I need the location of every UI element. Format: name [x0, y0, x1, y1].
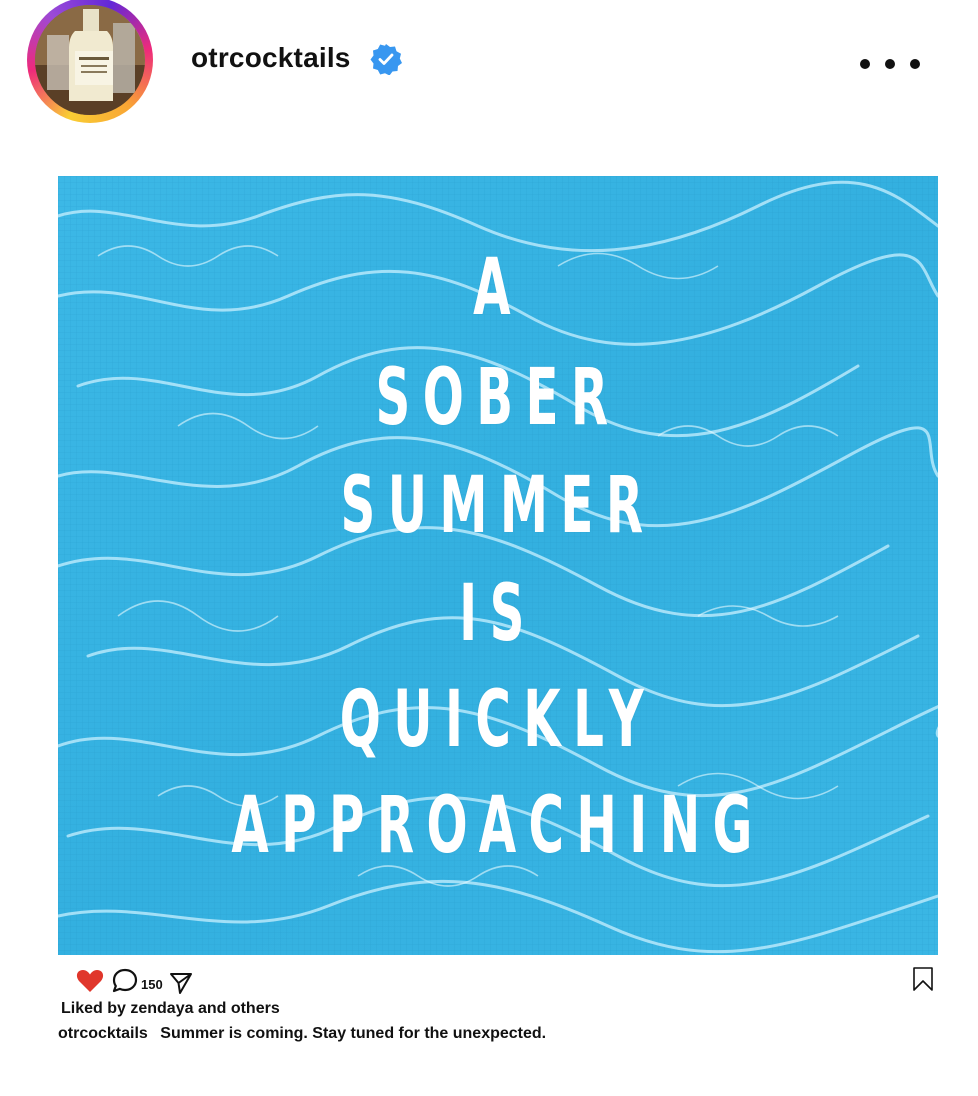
send-icon[interactable] [169, 971, 193, 995]
comment-icon[interactable] [111, 967, 139, 995]
verified-badge-icon [370, 44, 402, 75]
headline-line: QUICKLY [339, 675, 657, 765]
headline: A SOBER SUMMER IS QUICKLY APPROACHING [58, 176, 938, 955]
bottle-icon [35, 5, 145, 115]
caption-username[interactable]: otrcocktails [58, 1025, 148, 1042]
caption: otrcocktails Summer is coming. Stay tune… [58, 1025, 546, 1043]
avatar-image [35, 5, 145, 115]
comment-count: 150 [141, 977, 163, 992]
post-image[interactable]: A SOBER SUMMER IS QUICKLY APPROACHING [58, 176, 938, 955]
username[interactable]: otrcocktails [191, 42, 351, 74]
more-options-icon[interactable] [860, 55, 920, 73]
headline-line: IS [459, 569, 537, 659]
heart-icon[interactable] [76, 968, 104, 994]
headline-line: APPROACHING [231, 781, 765, 871]
headline-line: SUMMER [340, 461, 656, 551]
headline-line: A [473, 243, 523, 333]
headline-line: SOBER [375, 353, 621, 443]
avatar[interactable] [27, 0, 153, 123]
bookmark-icon[interactable] [912, 966, 934, 992]
caption-text: Summer is coming. Stay tuned for the une… [160, 1025, 547, 1042]
liked-by-text[interactable]: Liked by zendaya and others [61, 1000, 280, 1018]
